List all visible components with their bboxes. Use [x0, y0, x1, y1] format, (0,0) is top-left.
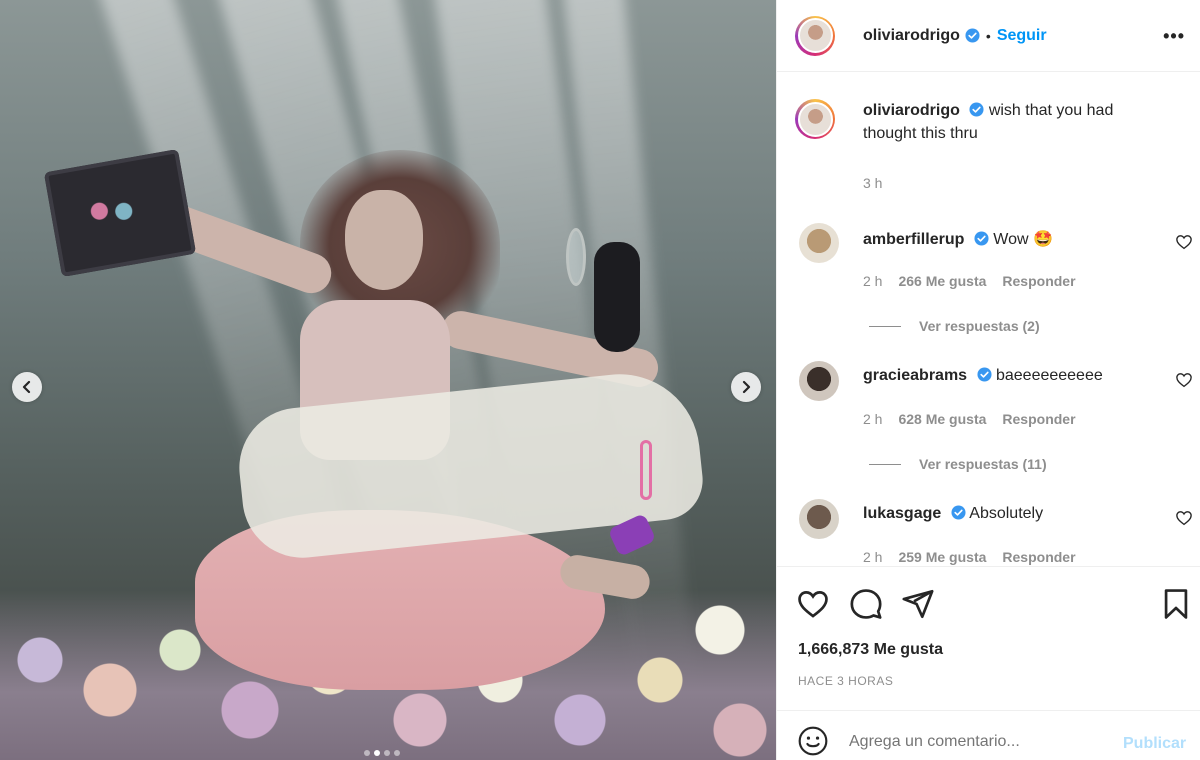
more-icon[interactable]: ••• — [1163, 26, 1185, 47]
carousel-dot — [394, 750, 400, 756]
author-avatar[interactable] — [795, 15, 835, 56]
verified-icon — [969, 102, 984, 117]
carousel-prev-button[interactable] — [12, 372, 42, 402]
comment-time[interactable]: 2 h — [863, 273, 882, 289]
view-replies-button[interactable]: Ver respuestas (11) — [869, 456, 1047, 472]
post-image[interactable] — [0, 0, 776, 760]
emoji-icon[interactable] — [797, 725, 829, 757]
verified-icon — [951, 505, 966, 520]
heart-icon[interactable] — [1175, 233, 1193, 251]
floating-mirror — [566, 228, 586, 286]
comment-input[interactable] — [849, 733, 1109, 751]
heart-icon[interactable] — [796, 587, 830, 621]
commenter-username[interactable]: gracieabrams — [863, 367, 967, 384]
post-caption: oliviarodrigo wish that you had thought … — [795, 99, 1185, 145]
commenter-avatar[interactable] — [799, 361, 839, 401]
post-actions: 1,666,873 Me gusta HACE 3 HORAS — [777, 566, 1200, 710]
bookmark-icon[interactable] — [1159, 587, 1193, 621]
comment-time[interactable]: 2 h — [863, 549, 882, 565]
comment-likes[interactable]: 266 Me gusta — [898, 273, 986, 289]
separator: • — [985, 27, 991, 44]
comment-text: baeeeeeeeeee — [995, 367, 1103, 384]
verified-icon — [976, 367, 992, 382]
commenter-username[interactable]: amberfillerup — [863, 231, 964, 248]
author-username[interactable]: oliviarodrigo — [863, 27, 960, 45]
caption-timestamp[interactable]: 3 h — [863, 175, 882, 191]
commenter-avatar[interactable] — [799, 223, 839, 263]
verified-icon — [974, 231, 989, 246]
reply-button[interactable]: Responder — [1002, 549, 1075, 565]
comment-icon[interactable] — [849, 587, 883, 621]
caption-avatar[interactable] — [795, 99, 835, 139]
verified-icon — [965, 28, 980, 43]
chevron-left-icon — [22, 380, 31, 394]
chevron-right-icon — [742, 380, 751, 394]
comment-likes[interactable]: 628 Me gusta — [898, 411, 986, 427]
comment-composer: Publicar — [777, 710, 1200, 760]
carousel-dot — [364, 750, 370, 756]
caption-username[interactable]: oliviarodrigo — [863, 102, 960, 119]
comment-text: Wow 🤩 — [993, 231, 1053, 248]
share-icon[interactable] — [901, 587, 935, 621]
like-count[interactable]: 1,666,873 Me gusta — [798, 641, 943, 659]
carousel-dots — [364, 750, 400, 756]
floating-book — [43, 148, 197, 278]
publish-button[interactable]: Publicar — [1123, 735, 1186, 753]
comment-text: Absolutely — [969, 505, 1044, 522]
replies-divider — [869, 325, 901, 327]
heart-icon[interactable] — [1175, 371, 1193, 389]
post-header: oliviarodrigo • Seguir ••• — [777, 0, 1200, 72]
carousel-dot — [384, 750, 390, 756]
replies-divider — [869, 463, 901, 465]
view-replies-label: Ver respuestas (11) — [919, 456, 1047, 472]
follow-button[interactable]: Seguir — [997, 27, 1047, 45]
carousel-next-button[interactable] — [731, 372, 761, 402]
comments-list[interactable]: oliviarodrigo wish that you had thought … — [777, 73, 1200, 565]
floating-shoe — [594, 242, 640, 352]
comment-likes[interactable]: 259 Me gusta — [898, 549, 986, 565]
reply-button[interactable]: Responder — [1002, 273, 1075, 289]
reply-button[interactable]: Responder — [1002, 411, 1075, 427]
post-timestamp[interactable]: HACE 3 HORAS — [798, 674, 893, 688]
heart-icon[interactable] — [1175, 509, 1193, 527]
comment-time[interactable]: 2 h — [863, 411, 882, 427]
commenter-username[interactable]: lukasgage — [863, 505, 941, 522]
view-replies-label: Ver respuestas (2) — [919, 318, 1040, 334]
carousel-dot-active — [374, 750, 380, 756]
commenter-avatar[interactable] — [799, 499, 839, 539]
post-sidebar: oliviarodrigo • Seguir ••• oliviarodrigo… — [776, 0, 1200, 760]
view-replies-button[interactable]: Ver respuestas (2) — [869, 318, 1040, 334]
